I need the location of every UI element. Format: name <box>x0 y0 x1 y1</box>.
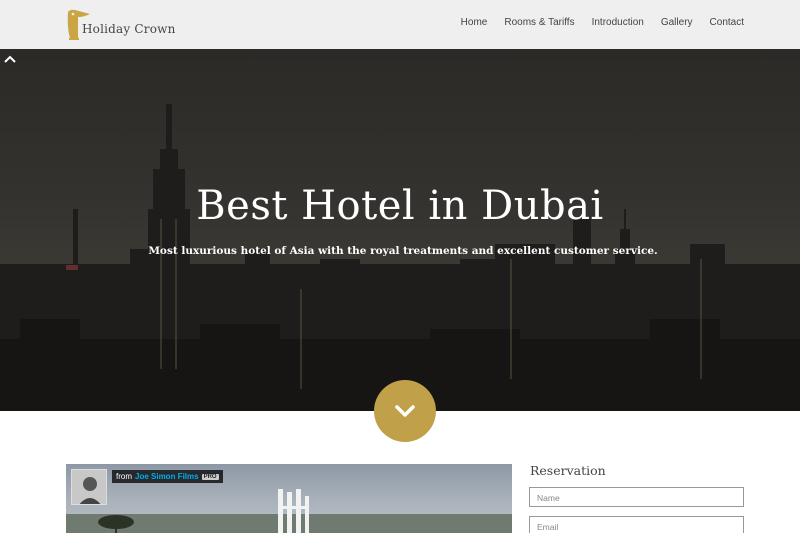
video-author-link[interactable]: Joe Simon Films <box>135 472 199 481</box>
hero-subtitle: Most luxurious hotel of Asia with the ro… <box>148 245 658 257</box>
scroll-down-button[interactable] <box>374 380 436 442</box>
hero-section: Best Hotel in Dubai Most luxurious hotel… <box>0 49 800 411</box>
nav-introduction[interactable]: Introduction <box>592 17 644 28</box>
main-nav: Home Rooms & Tariffs Introduction Galler… <box>461 17 744 28</box>
person-icon <box>72 470 106 504</box>
nav-rooms-tariffs[interactable]: Rooms & Tariffs <box>504 17 574 28</box>
site-header: Holiday Crown Home Rooms & Tariffs Intro… <box>0 0 800 49</box>
video-player[interactable]: from Joe Simon Films PRO <box>66 464 512 533</box>
name-input[interactable] <box>530 489 743 507</box>
nav-contact[interactable]: Contact <box>710 17 744 28</box>
chevron-down-icon <box>395 405 415 417</box>
hero-title: Best Hotel in Dubai <box>196 183 604 229</box>
email-field[interactable] <box>529 516 744 533</box>
logo[interactable]: Holiday Crown <box>64 8 176 42</box>
email-input[interactable] <box>530 518 743 533</box>
brand-name: Holiday Crown <box>82 22 176 36</box>
video-byline: from Joe Simon Films PRO <box>112 470 223 483</box>
avatar[interactable] <box>71 469 107 505</box>
name-field[interactable] <box>529 487 744 507</box>
reservation-title: Reservation <box>530 463 606 478</box>
city-skyline-image <box>0 104 800 411</box>
chevron-up-icon[interactable] <box>0 49 20 69</box>
nav-home[interactable]: Home <box>461 17 488 28</box>
pro-badge: PRO <box>201 473 219 480</box>
nav-gallery[interactable]: Gallery <box>661 17 693 28</box>
from-label: from <box>116 472 132 481</box>
